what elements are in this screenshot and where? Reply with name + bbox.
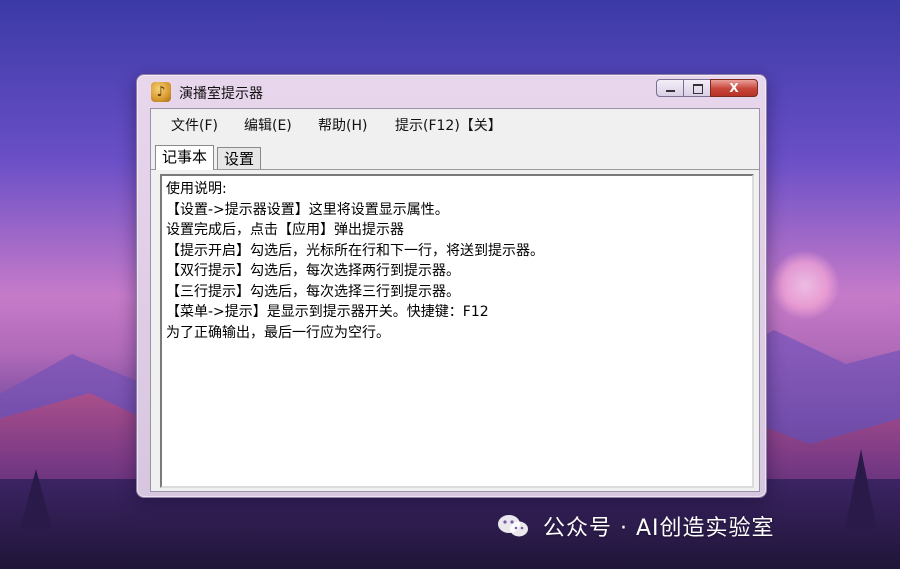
background-sun <box>770 250 840 320</box>
watermark-text: 公众号 · AI创造实验室 <box>543 516 775 541</box>
editor-line: 【设置->提示器设置】这里将设置显示属性。 <box>166 201 449 218</box>
editor-line: 为了正确输出，最后一行应为空行。 <box>166 324 390 341</box>
menu-edit[interactable]: 编辑(E) <box>244 115 292 135</box>
tab-notepad[interactable]: 记事本 <box>155 145 215 170</box>
editor-line: 【提示开启】勾选后，光标所在行和下一行，将送到提示器。 <box>166 242 544 259</box>
editor-line: 设置完成后，点击【应用】弹出提示器 <box>166 222 404 238</box>
app-icon: ♪ <box>151 82 171 102</box>
maximize-button[interactable] <box>683 79 711 97</box>
menu-prompt-toggle[interactable]: 提示(F12)【关】 <box>395 115 502 135</box>
editor-line: 【三行提示】勾选后，每次选择三行到提示器。 <box>166 283 460 300</box>
editor-line: 【双行提示】勾选后，每次选择两行到提示器。 <box>166 263 460 279</box>
tab-settings[interactable]: 设置 <box>217 147 262 169</box>
tab-strip: 记事本 设置 <box>151 145 759 170</box>
editor-line: 【菜单->提示】是显示到提示器开关。快捷键：F12 <box>166 304 489 320</box>
app-window: ♪ 演播室提示器 X 文件(F) 编辑(E) 帮助(H) 提示(F12)【关】 … <box>136 74 767 498</box>
close-button[interactable]: X <box>710 79 758 97</box>
window-title: 演播室提示器 <box>179 86 263 102</box>
background-tree <box>20 469 52 529</box>
menu-file[interactable]: 文件(F) <box>171 115 218 135</box>
close-icon: X <box>729 81 739 95</box>
maximize-icon <box>693 84 703 94</box>
watermark: 公众号 · AI创造实验室 <box>497 510 775 542</box>
editor-line: 使用说明: <box>166 181 227 197</box>
menu-bar: 文件(F) 编辑(E) 帮助(H) 提示(F12)【关】 <box>151 109 759 137</box>
client-area: 文件(F) 编辑(E) 帮助(H) 提示(F12)【关】 记事本 设置 使用说明… <box>150 108 760 492</box>
background-tree <box>845 449 877 529</box>
window-controls: X <box>656 79 758 97</box>
minimize-icon <box>666 90 675 92</box>
wechat-icon <box>497 513 529 539</box>
minimize-button[interactable] <box>656 79 684 97</box>
menu-help[interactable]: 帮助(H) <box>318 115 367 135</box>
notepad-editor[interactable]: 使用说明: 【设置->提示器设置】这里将设置显示属性。 设置完成后，点击【应用】… <box>160 174 754 488</box>
title-bar[interactable]: ♪ 演播室提示器 X <box>137 75 766 107</box>
